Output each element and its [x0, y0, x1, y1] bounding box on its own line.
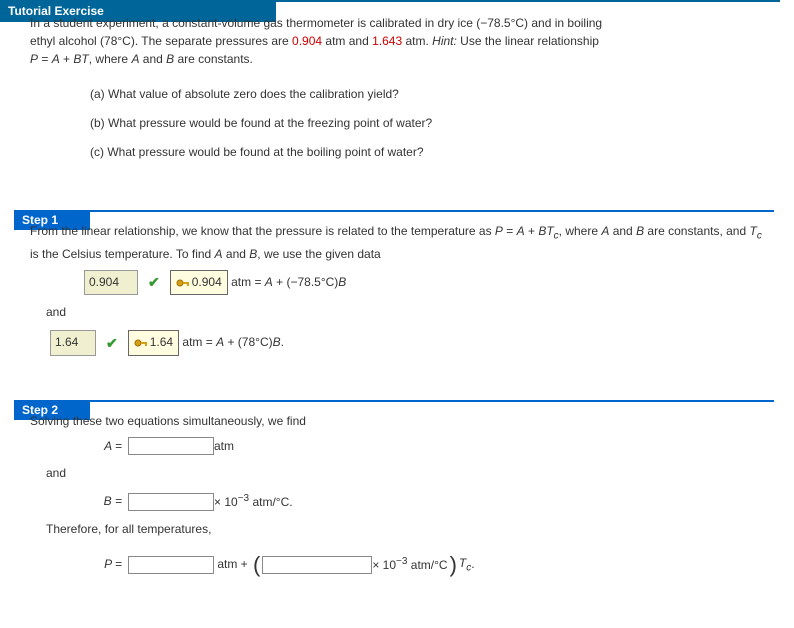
left-paren: (	[253, 547, 260, 582]
eq2-input[interactable]: 1.64	[50, 330, 96, 355]
eq1-expression: atm = A + (−78.5°C)B	[228, 273, 347, 292]
unit-b: × 10−3 atm/°C.	[214, 491, 293, 512]
eq1-solution: 0.904	[170, 270, 228, 295]
question-b: (b) What pressure would be found at the …	[90, 109, 764, 138]
input-p1[interactable]	[128, 556, 214, 574]
therefore-text: Therefore, for all temperatures,	[46, 520, 768, 539]
key-icon	[176, 277, 190, 289]
right-paren: )	[450, 547, 457, 582]
problem-statement: In a student experiment, a constant-volu…	[30, 14, 764, 68]
label-b: B =	[84, 492, 122, 511]
question-a: (a) What value of absolute zero does the…	[90, 80, 764, 109]
key-icon	[134, 337, 148, 349]
check-icon: ✔	[106, 332, 118, 354]
input-p2[interactable]	[262, 556, 372, 574]
label-a: A =	[84, 437, 122, 456]
step-2-intro: Solving these two equations simultaneous…	[30, 412, 768, 431]
mid-text: atm +	[214, 555, 251, 574]
tail-var: Tc	[459, 554, 471, 576]
eq2-expression: atm = A + (78°C)B.	[179, 333, 284, 352]
question-c: (c) What pressure would be found at the …	[90, 138, 764, 167]
tail-end: .	[471, 555, 474, 574]
eq1-input[interactable]: 0.904	[84, 270, 138, 295]
input-a[interactable]	[128, 437, 214, 455]
and-text-2: and	[46, 464, 768, 483]
unit-a: atm	[214, 437, 234, 456]
label-p: P =	[84, 555, 122, 574]
and-text-1: and	[46, 303, 768, 322]
check-icon: ✔	[148, 271, 160, 293]
eq2-solution: 1.64	[128, 330, 179, 355]
input-b[interactable]	[128, 493, 214, 511]
step-1-text: From the linear relationship, we know th…	[30, 222, 768, 264]
unit-p: × 10−3 atm/°C	[372, 554, 447, 575]
